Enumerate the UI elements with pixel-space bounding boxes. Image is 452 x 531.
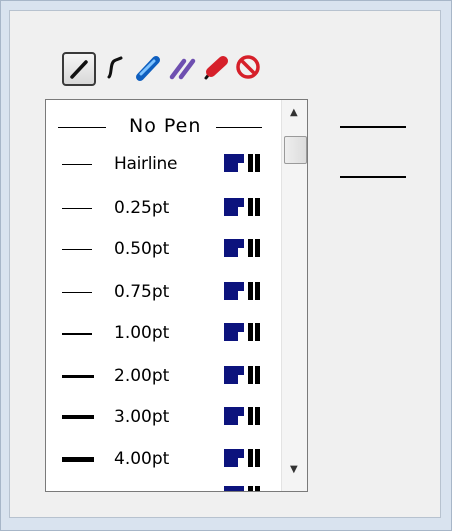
sample-line	[62, 415, 94, 419]
curve-pen-tool-button[interactable]	[99, 52, 133, 86]
item-label: Hairline	[114, 154, 178, 174]
item-label: 0.25pt	[114, 198, 170, 218]
list-item-4-00pt[interactable]: 4.00pt	[46, 445, 282, 475]
preview-line-2	[340, 176, 406, 178]
scroll-down-arrow-icon[interactable]: ▼	[290, 465, 298, 475]
color-badge-icon	[224, 198, 260, 216]
scroll-up-arrow-icon[interactable]: ▲	[290, 108, 298, 118]
no-pen-line-right	[216, 127, 262, 128]
curve-pen-icon	[107, 56, 123, 79]
sample-line	[62, 333, 92, 335]
no-pen-tool-button[interactable]	[233, 52, 267, 86]
blue-marker-icon	[136, 56, 160, 81]
red-eraser-icon	[204, 56, 228, 80]
red-eraser-tool-button[interactable]	[199, 52, 233, 86]
list-item-1-00pt[interactable]: 1.00pt	[46, 319, 282, 349]
color-badge-icon	[224, 282, 260, 300]
list-item-2-00pt[interactable]: 2.00pt	[46, 362, 282, 392]
item-label: 3.00pt	[114, 407, 170, 427]
pen-width-list[interactable]: No Pen Hairline 0.25pt 0.50pt 0.75pt 1.0…	[45, 99, 308, 492]
color-badge-icon	[224, 407, 260, 425]
list-item-0-50pt[interactable]: 0.50pt	[46, 235, 282, 265]
pen-icon	[70, 60, 88, 79]
color-badge-icon	[224, 154, 260, 172]
list-scrollbar[interactable]: ▲ ▼	[281, 100, 307, 491]
no-pen-line-left	[58, 127, 106, 128]
list-item-no-pen[interactable]: No Pen	[46, 112, 282, 142]
sample-line	[62, 164, 92, 165]
color-badge-icon	[224, 449, 260, 467]
item-label: 0.50pt	[114, 239, 170, 259]
list-item-0-25pt[interactable]: 0.25pt	[46, 194, 282, 224]
color-badge-icon	[224, 323, 260, 341]
no-pen-label: No Pen	[129, 115, 202, 137]
item-label: 4.00pt	[114, 449, 170, 469]
item-label: 2.00pt	[114, 366, 170, 386]
pen-toolbar	[56, 48, 356, 86]
partial-color-badge-icon	[224, 486, 260, 491]
blue-marker-tool-button[interactable]	[132, 52, 166, 86]
no-entry-icon	[236, 55, 260, 79]
scroll-thumb[interactable]	[284, 136, 307, 164]
sample-line	[62, 457, 94, 462]
item-label: 1.00pt	[114, 323, 170, 343]
color-badge-icon	[224, 366, 260, 384]
list-item-3-00pt[interactable]: 3.00pt	[46, 403, 282, 433]
sample-line	[62, 375, 94, 378]
list-item-0-75pt[interactable]: 0.75pt	[46, 278, 282, 308]
pen-panel: No Pen Hairline 0.25pt 0.50pt 0.75pt 1.0…	[0, 0, 452, 531]
purple-double-marker-tool-button[interactable]	[166, 52, 200, 86]
sample-line	[62, 249, 92, 250]
preview-line-1	[340, 126, 406, 128]
sample-line	[62, 292, 92, 293]
list-item-hairline[interactable]: Hairline	[46, 150, 282, 180]
color-badge-icon	[224, 239, 260, 257]
purple-double-marker-icon	[169, 58, 196, 80]
sample-line	[62, 208, 92, 209]
item-label: 0.75pt	[114, 282, 170, 302]
pen-tool-button[interactable]	[62, 52, 96, 86]
